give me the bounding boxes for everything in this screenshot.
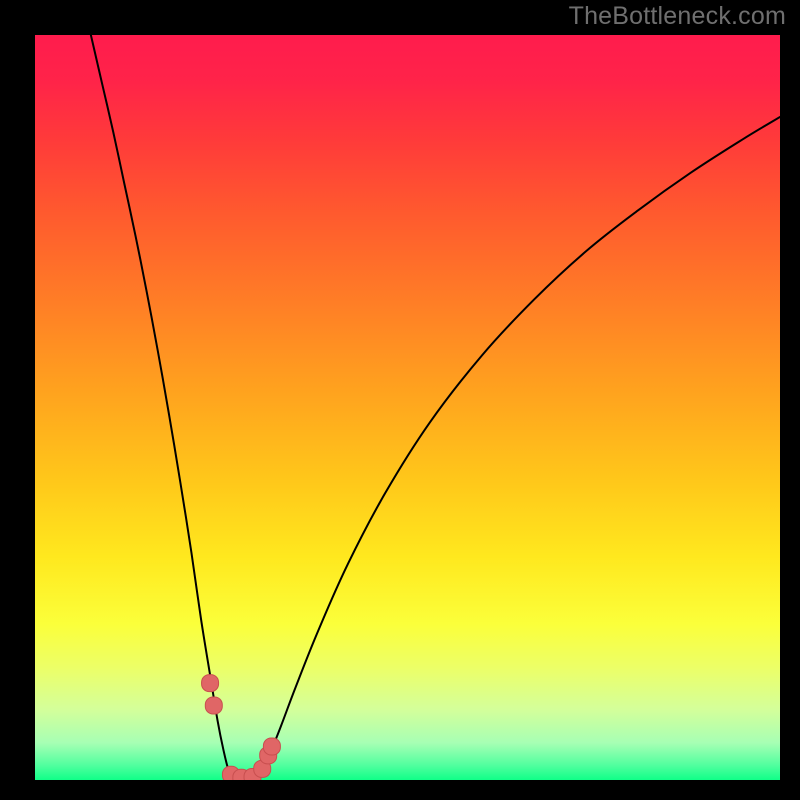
- gradient-background: [35, 35, 780, 780]
- watermark-text: TheBottleneck.com: [569, 2, 786, 31]
- chart-frame: TheBottleneck.com: [0, 0, 800, 800]
- m-left-lower: [205, 697, 222, 714]
- plot-svg: [35, 35, 780, 780]
- m-right-lower: [263, 738, 280, 755]
- m-left-upper: [202, 675, 219, 692]
- plot-area: [35, 35, 780, 780]
